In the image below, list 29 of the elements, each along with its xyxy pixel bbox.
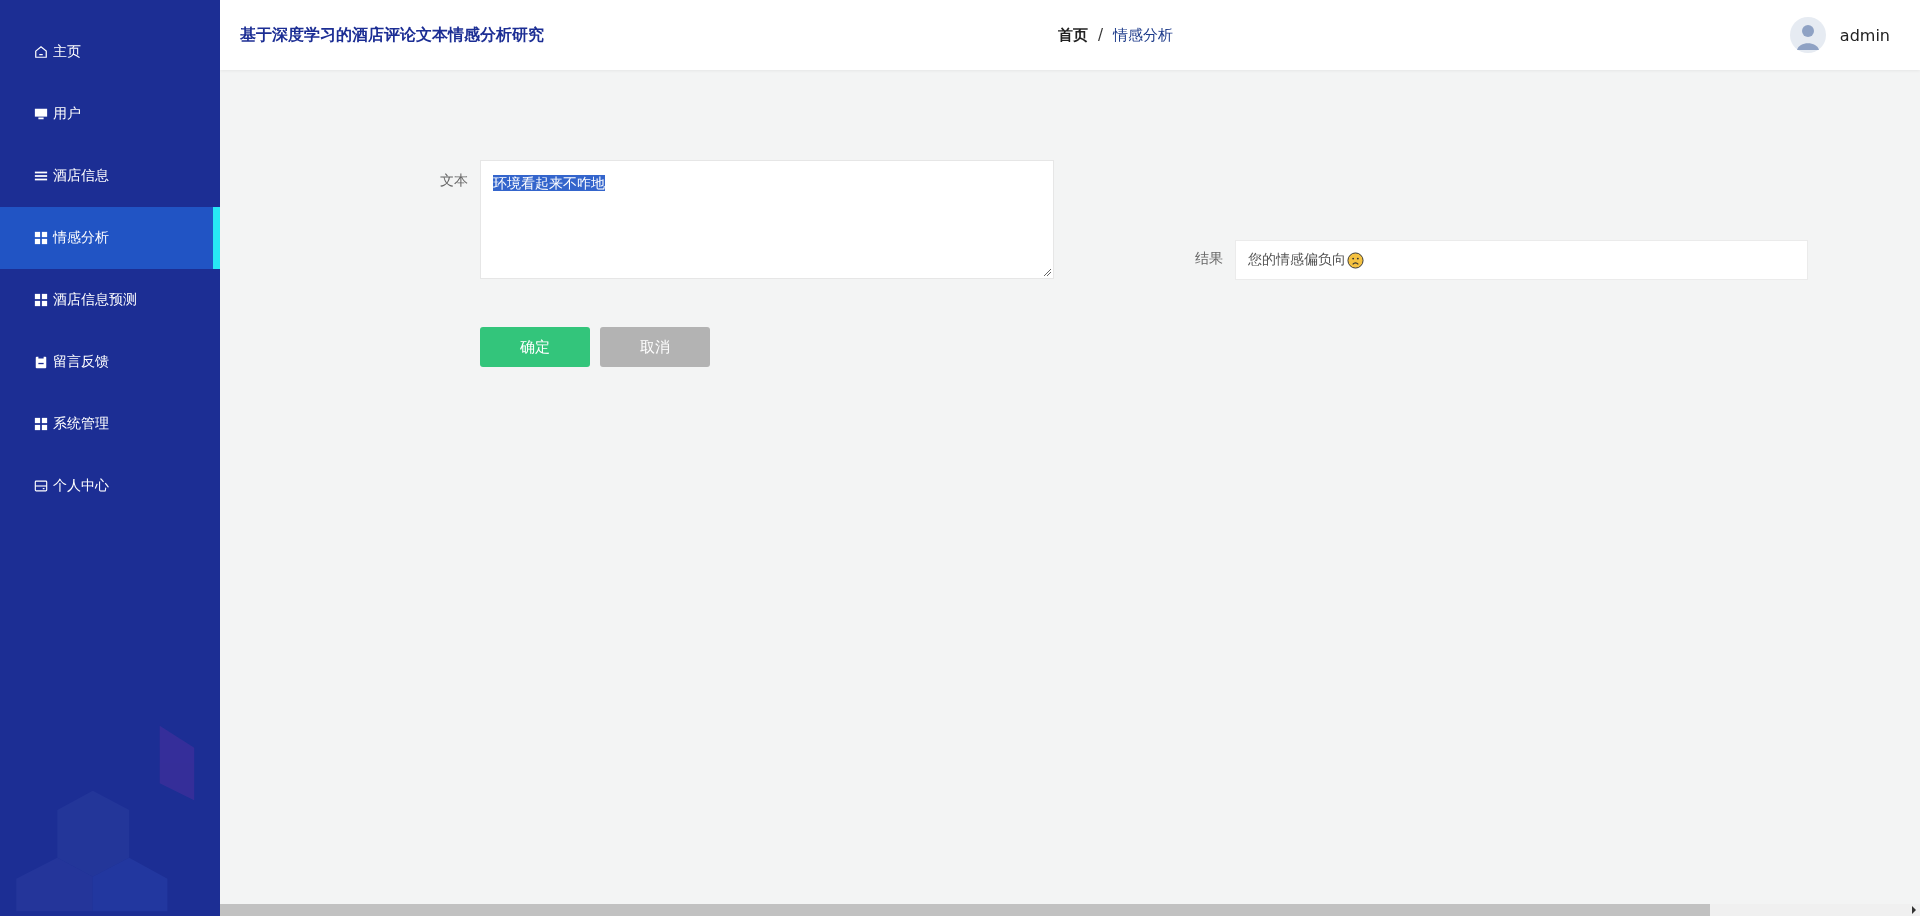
text-area[interactable]: 环境看起来不咋地 — [480, 160, 1054, 279]
grid-icon — [34, 231, 48, 245]
grid-icon — [34, 417, 48, 431]
avatar-icon[interactable] — [1789, 17, 1826, 53]
sidebar-item[interactable]: 情感分析 — [0, 207, 220, 269]
resize-handle-icon[interactable] — [1043, 268, 1051, 276]
sidebar-item[interactable]: 主页 — [0, 21, 220, 83]
field-label: 文本 — [440, 172, 469, 190]
result-field[interactable]: 您的情感偏负向 — [1235, 240, 1808, 280]
card-icon — [34, 479, 48, 493]
clipboard-icon — [34, 355, 48, 369]
sidebar-item[interactable]: 个人中心 — [0, 455, 220, 517]
result-text: 您的情感偏负向 — [1248, 251, 1346, 269]
scroll-right-icon[interactable] — [1911, 906, 1917, 914]
field-label: 结果 — [1195, 250, 1224, 268]
sidebar-item[interactable]: 酒店信息预测 — [0, 269, 220, 331]
breadcrumb-link[interactable]: 首页 — [1058, 25, 1088, 45]
sidebar-item[interactable]: 留言反馈 — [0, 331, 220, 393]
app-title: 基于深度学习的酒店评论文本情感分析研究 — [240, 24, 545, 46]
breadcrumb-separator: / — [1098, 26, 1104, 44]
monitor-icon — [34, 107, 48, 121]
breadcrumb-link[interactable]: 情感分析 — [1113, 25, 1174, 45]
list-icon — [34, 169, 48, 183]
sidebar-item[interactable]: 酒店信息 — [0, 145, 220, 207]
sidebar-item[interactable]: 系统管理 — [0, 393, 220, 455]
sidebar-item[interactable]: 用户 — [0, 83, 220, 145]
home-icon — [34, 45, 48, 59]
user-name[interactable]: admin — [1839, 25, 1890, 45]
grid-icon — [34, 293, 48, 307]
